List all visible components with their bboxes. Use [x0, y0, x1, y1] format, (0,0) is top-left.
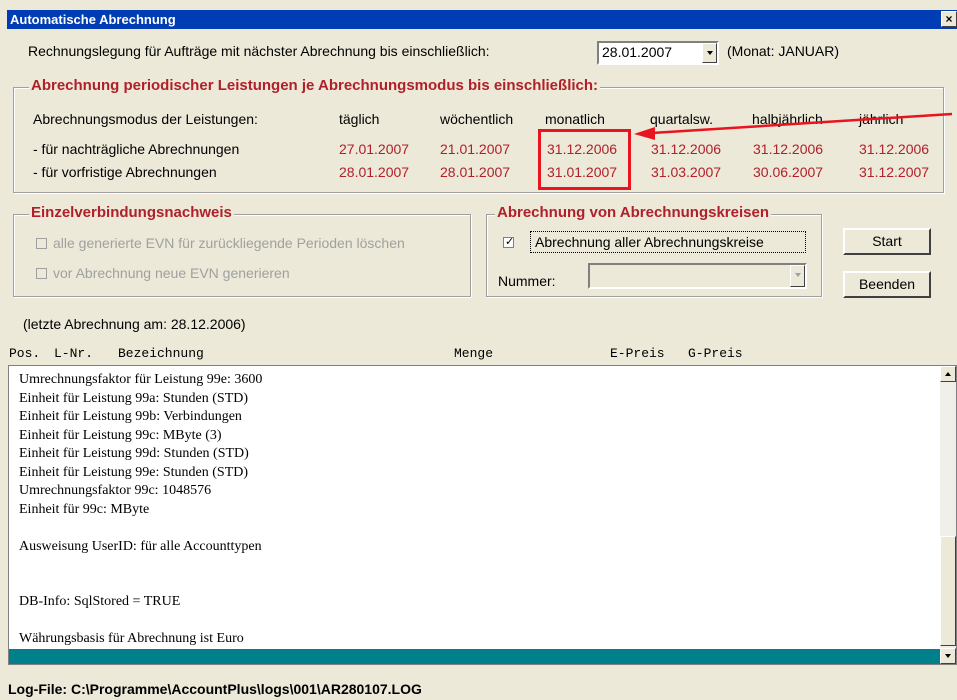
number-dropdown-button[interactable] [790, 265, 805, 287]
periodic-group-title: Abrechnung periodischer Leistungen je Ab… [29, 77, 601, 94]
all-kreise-checkbox[interactable]: ✓ [503, 236, 515, 248]
all-kreise-label[interactable]: Abrechnung aller Abrechnungskreise [535, 234, 764, 250]
list-header: Pos. L-Nr. Bezeichnung Menge E-Preis G-P… [8, 343, 957, 365]
row-label-advance: - für vorfristige Abrechnungen [33, 164, 217, 180]
billing-date-dropdown-button[interactable] [702, 43, 717, 63]
monthly-highlight-box [538, 129, 631, 190]
value-subsequent-weekly: 21.01.2007 [440, 141, 511, 157]
evn-generate-checkbox[interactable] [36, 268, 47, 279]
col-halfyearly: halbjährlich [752, 111, 823, 127]
header-lnr[interactable]: L-Nr. [54, 346, 93, 361]
evn-delete-checkbox[interactable] [36, 238, 47, 249]
log-lines: Umrechnungsfaktor für Leistung 99e: 3600… [19, 371, 262, 649]
scroll-thumb[interactable] [940, 536, 956, 646]
window-title: Automatische Abrechnung [10, 12, 176, 27]
header-epreis[interactable]: E-Preis [610, 346, 665, 361]
log-line[interactable]: Einheit für 99c: MByte [19, 501, 262, 520]
start-button[interactable]: Start [843, 228, 931, 255]
scroll-up-button[interactable] [940, 366, 956, 382]
value-advance-weekly: 28.01.2007 [440, 164, 511, 180]
kreise-group-title: Abrechnung von Abrechnungskreisen [495, 204, 771, 221]
header-gpreis[interactable]: G-Preis [688, 346, 743, 361]
log-line[interactable]: Einheit für Leistung 99e: Stunden (STD) [19, 464, 262, 483]
evn-generate-label: vor Abrechnung neue EVN generieren [53, 265, 290, 281]
vertical-scrollbar[interactable] [940, 366, 956, 664]
month-text: (Monat: JANUAR) [727, 43, 840, 59]
billing-date-value: 28.01.2007 [602, 44, 673, 60]
close-button[interactable]: × [941, 11, 957, 27]
log-line[interactable] [19, 519, 262, 538]
log-listbox[interactable]: Umrechnungsfaktor für Leistung 99e: 3600… [8, 365, 957, 665]
log-line[interactable]: DB-Info: SqlStored = TRUE [19, 593, 262, 612]
row-label-subsequent: - für nachträgliche Abrechnungen [33, 141, 240, 157]
evn-delete-label: alle generierte EVN für zurückliegende P… [53, 235, 405, 251]
automatische-abrechnung-window: Automatische Abrechnung × Rechnungslegun… [0, 0, 957, 700]
exit-button[interactable]: Beenden [843, 271, 931, 298]
value-advance-quarterly: 31.03.2007 [651, 164, 722, 180]
evn-group-title: Einzelverbindungsnachweis [29, 204, 234, 221]
log-line[interactable]: Einheit für Leistung 99c: MByte (3) [19, 427, 262, 446]
checkmark-icon: ✓ [505, 236, 515, 248]
number-combo[interactable] [588, 263, 807, 289]
header-bezeichnung[interactable]: Bezeichnung [118, 346, 204, 361]
col-daily: täglich [339, 111, 380, 127]
value-subsequent-halfyearly: 31.12.2006 [753, 141, 824, 157]
log-line[interactable]: Umrechnungsfaktor für Leistung 99e: 3600 [19, 371, 262, 390]
value-subsequent-daily: 27.01.2007 [339, 141, 410, 157]
log-line[interactable]: Einheit für Leistung 99b: Verbindungen [19, 408, 262, 427]
header-menge[interactable]: Menge [454, 346, 493, 361]
last-run-text: (letzte Abrechnung am: 28.12.2006) [23, 316, 246, 332]
evn-group [13, 214, 471, 297]
logfile-status: Log-File: C:\Programme\AccountPlus\logs\… [8, 681, 422, 697]
arrow-down-icon [945, 654, 951, 658]
log-line[interactable]: Währungsbasis für Abrechnung ist Euro [19, 630, 262, 649]
chevron-down-icon [707, 51, 713, 55]
value-subsequent-quarterly: 31.12.2006 [651, 141, 722, 157]
log-line[interactable] [19, 575, 262, 594]
value-advance-halfyearly: 30.06.2007 [753, 164, 824, 180]
arrow-up-icon [945, 372, 951, 376]
col-weekly: wöchentlich [440, 111, 514, 127]
number-label: Nummer: [498, 273, 556, 289]
col-quarterly: quartalsw. [650, 111, 714, 127]
log-line[interactable]: Ausweisung UserID: für alle Accounttypen [19, 538, 262, 557]
col-yearly: jährlich [859, 111, 904, 127]
log-line[interactable]: Umrechnungsfaktor 99c: 1048576 [19, 482, 262, 501]
title-bar: Automatische Abrechnung × [7, 10, 957, 29]
value-subsequent-yearly: 31.12.2006 [859, 141, 930, 157]
billing-date-label: Rechnungslegung für Aufträge mit nächste… [28, 43, 490, 59]
billing-date-combo[interactable]: 28.01.2007 [597, 41, 719, 65]
header-pos[interactable]: Pos. [9, 346, 40, 361]
log-line[interactable]: Einheit für Leistung 99d: Stunden (STD) [19, 445, 262, 464]
value-advance-daily: 28.01.2007 [339, 164, 410, 180]
log-line[interactable]: Einheit für Leistung 99a: Stunden (STD) [19, 390, 262, 409]
col-monthly: monatlich [545, 111, 605, 127]
selected-row[interactable] [9, 649, 940, 664]
mode-header-label: Abrechnungsmodus der Leistungen: [33, 111, 258, 127]
log-line[interactable] [19, 556, 262, 575]
value-advance-yearly: 31.12.2007 [859, 164, 930, 180]
chevron-down-icon [795, 273, 801, 277]
scroll-down-button[interactable] [940, 648, 956, 664]
log-line[interactable] [19, 612, 262, 631]
